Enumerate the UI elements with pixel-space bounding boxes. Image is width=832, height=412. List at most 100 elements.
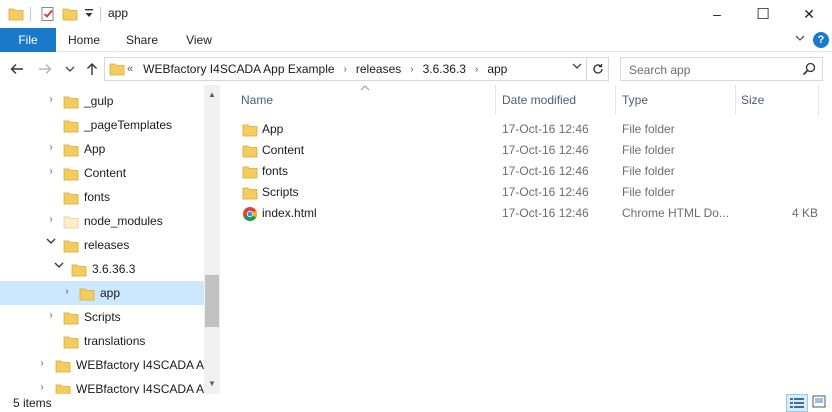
breadcrumb-item[interactable]: releases xyxy=(356,62,401,76)
back-button[interactable] xyxy=(8,60,26,78)
forward-button[interactable] xyxy=(36,60,54,78)
tab-file[interactable]: File xyxy=(0,28,56,52)
column-header-date[interactable]: Date modified xyxy=(502,85,576,115)
tab-share[interactable]: Share xyxy=(120,28,164,52)
chevron-right-icon[interactable]: › xyxy=(46,214,56,225)
customize-toolbar-icon[interactable] xyxy=(84,8,94,23)
table-row[interactable]: Content 17-Oct-16 12:46 File folder xyxy=(238,140,832,161)
tree-item-label: app xyxy=(100,286,121,300)
navigation-pane: › _gulp _pageTemplates › App › Content f… xyxy=(0,85,220,394)
breadcrumb-separator-icon[interactable]: › xyxy=(344,64,347,75)
maximize-button[interactable]: ☐ xyxy=(740,0,786,28)
folder-icon xyxy=(71,262,87,281)
file-date: 17-Oct-16 12:46 xyxy=(502,164,589,178)
table-row[interactable]: App 17-Oct-16 12:46 File folder xyxy=(238,119,832,140)
chevron-right-icon[interactable]: › xyxy=(37,358,47,369)
details-view-icon xyxy=(790,398,804,408)
chevron-down-icon[interactable] xyxy=(54,261,64,272)
expand-ribbon-icon[interactable] xyxy=(795,34,805,45)
large-icons-view-icon xyxy=(812,395,826,408)
tree-item[interactable]: releases xyxy=(0,233,204,257)
tree-item-label: Scripts xyxy=(84,310,121,324)
tree-item[interactable]: › Content xyxy=(0,161,204,185)
column-header-name[interactable]: Name xyxy=(241,85,273,115)
chevron-right-icon[interactable]: › xyxy=(62,286,72,297)
help-icon[interactable]: ? xyxy=(813,32,829,48)
column-divider[interactable] xyxy=(615,85,616,115)
file-type: File folder xyxy=(622,185,675,199)
tab-view[interactable]: View xyxy=(177,28,221,52)
minimize-button[interactable]: – xyxy=(694,0,740,28)
chevron-down-icon xyxy=(65,66,75,72)
folder-icon xyxy=(63,238,79,257)
chevron-right-icon[interactable]: › xyxy=(46,166,56,177)
tree-item-label: WEBfactory I4SCADA App xyxy=(76,358,218,372)
tree-item[interactable]: › node_modules xyxy=(0,209,204,233)
breadcrumb-separator-icon[interactable]: › xyxy=(410,64,413,75)
folder-icon xyxy=(63,118,79,137)
ribbon-tabs: File Home Share View ? xyxy=(0,28,832,52)
breadcrumb-item[interactable]: app xyxy=(487,62,507,76)
column-divider[interactable] xyxy=(818,85,819,115)
tab-home[interactable]: Home xyxy=(62,28,106,52)
search-input[interactable]: Search app xyxy=(629,63,690,77)
chevron-right-icon[interactable]: › xyxy=(46,94,56,105)
properties-icon[interactable] xyxy=(40,6,56,25)
navigation-bar: « WEBfactory I4SCADA App Example › relea… xyxy=(0,52,832,85)
address-history-icon[interactable] xyxy=(572,62,582,72)
scroll-thumb[interactable] xyxy=(205,275,219,327)
tree-item[interactable]: translations xyxy=(0,329,204,353)
breadcrumb-overflow[interactable]: « xyxy=(127,63,133,75)
tree-item[interactable]: › Scripts xyxy=(0,305,204,329)
table-row[interactable]: Scripts 17-Oct-16 12:46 File folder xyxy=(238,182,832,203)
column-divider[interactable] xyxy=(735,85,736,115)
new-folder-icon[interactable] xyxy=(62,6,78,25)
up-button[interactable] xyxy=(83,60,101,78)
file-name: index.html xyxy=(262,206,317,220)
chevron-right-icon[interactable]: › xyxy=(46,310,56,321)
column-divider[interactable] xyxy=(495,85,496,115)
column-header-type[interactable]: Type xyxy=(622,85,648,115)
breadcrumb: « WEBfactory I4SCADA App Example › relea… xyxy=(127,62,507,76)
chevron-right-icon[interactable]: › xyxy=(37,382,47,393)
scroll-down-icon[interactable]: ▼ xyxy=(204,376,220,392)
tree-item[interactable]: _pageTemplates xyxy=(0,113,204,137)
tree-item-selected[interactable]: › app xyxy=(0,281,204,305)
recent-locations-button[interactable] xyxy=(61,60,79,78)
breadcrumb-item[interactable]: 3.6.36.3 xyxy=(423,62,466,76)
close-button[interactable]: ✕ xyxy=(786,0,832,28)
chevron-down-icon[interactable] xyxy=(46,237,56,248)
details-view-button[interactable] xyxy=(786,394,808,412)
nav-scrollbar[interactable]: ▲ ▼ xyxy=(204,85,220,394)
breadcrumb-item[interactable]: WEBfactory I4SCADA App Example xyxy=(143,62,334,76)
search-icon[interactable] xyxy=(802,62,816,79)
tree-item[interactable]: › _gulp xyxy=(0,89,204,113)
tree-item-label: node_modules xyxy=(84,214,163,228)
folder-icon xyxy=(109,61,125,80)
title-bar: app – ☐ ✕ xyxy=(0,0,832,28)
file-type: File folder xyxy=(622,143,675,157)
chevron-right-icon[interactable]: › xyxy=(46,142,56,153)
file-type: Chrome HTML Do... xyxy=(622,206,729,220)
table-row[interactable]: fonts 17-Oct-16 12:46 File folder xyxy=(238,161,832,182)
breadcrumb-separator-icon[interactable]: › xyxy=(475,64,478,75)
folder-icon xyxy=(63,94,79,113)
window-title: app xyxy=(108,6,129,20)
file-type: File folder xyxy=(622,164,675,178)
tree-item[interactable]: › WEBfactory I4SCADA App xyxy=(0,353,217,377)
large-icons-view-button[interactable] xyxy=(809,394,831,412)
refresh-button[interactable] xyxy=(586,58,608,80)
tree-item[interactable]: › WEBfactory I4SCADA App xyxy=(0,377,217,394)
tree-item-label: 3.6.36.3 xyxy=(92,262,136,276)
scroll-up-icon[interactable]: ▲ xyxy=(204,87,220,103)
search-box[interactable]: Search app xyxy=(620,57,823,81)
address-bar[interactable]: « WEBfactory I4SCADA App Example › relea… xyxy=(104,57,609,81)
file-date: 17-Oct-16 12:46 xyxy=(502,185,589,199)
table-row[interactable]: index.html 17-Oct-16 12:46 Chrome HTML D… xyxy=(238,203,832,224)
tree-item[interactable]: fonts xyxy=(0,185,204,209)
file-name: Content xyxy=(262,143,305,157)
column-header-size[interactable]: Size xyxy=(741,85,764,115)
tree-item[interactable]: 3.6.36.3 xyxy=(0,257,204,281)
sort-ascending-icon xyxy=(360,83,370,93)
tree-item[interactable]: › App xyxy=(0,137,204,161)
